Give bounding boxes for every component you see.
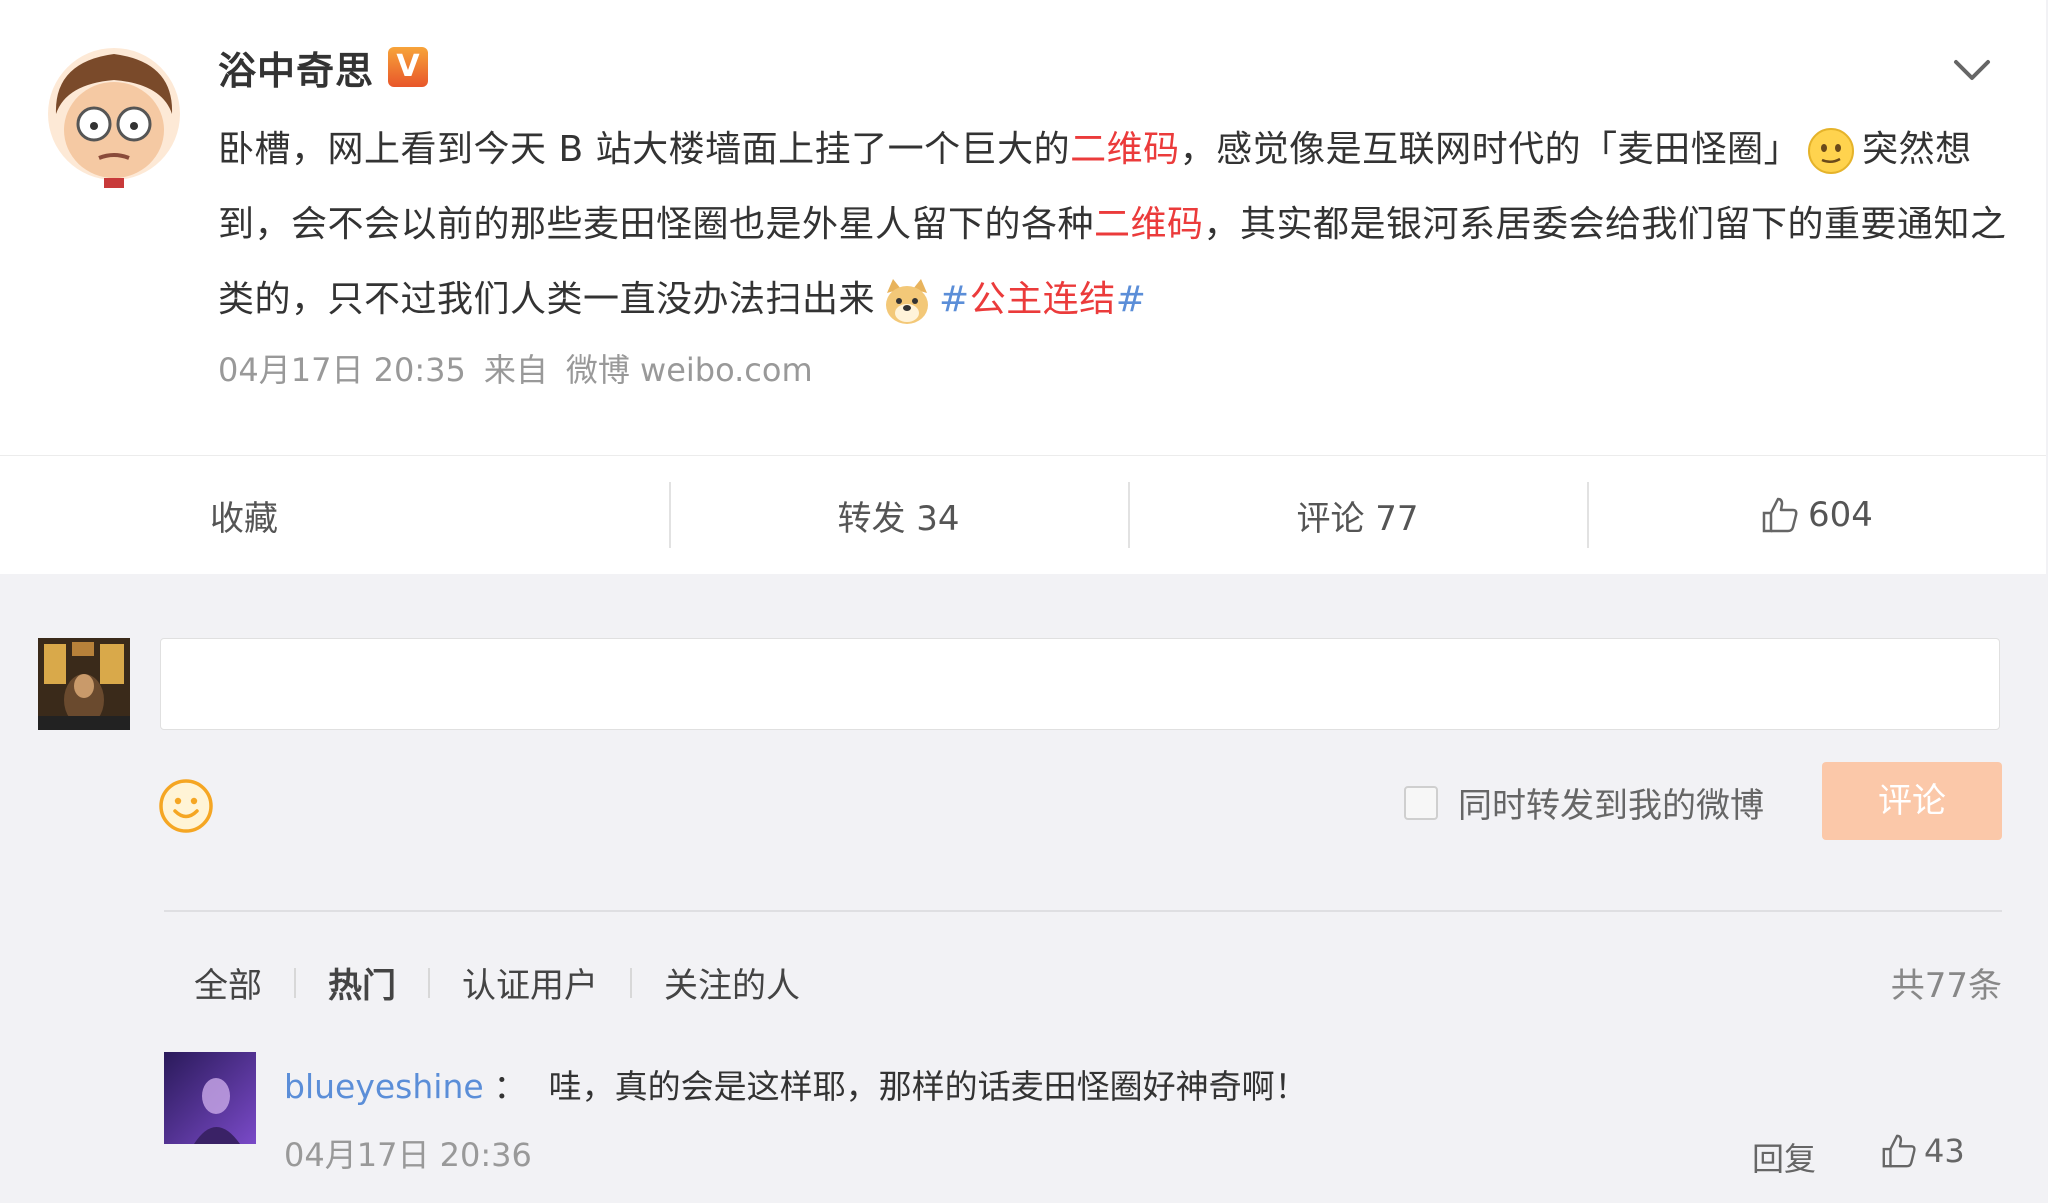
hashtag-text: 公主连结 (969, 279, 1116, 320)
comment-total-count: 共77条 (1890, 966, 2002, 1006)
thumbs-up-icon (1882, 1134, 1916, 1168)
post-text: 卧槽，网上看到今天 B 站大楼墙面上挂了一个巨大的二维码，感觉像是互联网时代的「… (218, 112, 2008, 337)
comment-filter-tabs: 全部 热门 认证用户 关注的人 (194, 958, 800, 1007)
like-button[interactable]: 604 (1587, 456, 2046, 574)
hashtag-mark: # (939, 279, 970, 320)
weibo-post: 浴中奇思 V 卧槽，网上看到今天 B 站大楼墙面上挂了一个巨大的二维码，感觉像是… (0, 0, 2046, 455)
post-time[interactable]: 04月17日 20:35 (218, 351, 466, 389)
tab-separator (630, 967, 632, 998)
post-meta: 04月17日 20:35 来自 微博 weibo.com (218, 345, 831, 391)
comment-like-button[interactable]: 43 (1880, 1132, 1965, 1170)
chevron-down-icon[interactable] (1950, 48, 1994, 92)
like-count: 604 (1808, 495, 1873, 535)
commenter-username[interactable]: blueyeshine (284, 1067, 484, 1106)
comment-colon: ： (493, 1067, 527, 1106)
tab-following[interactable]: 关注的人 (664, 958, 800, 1007)
post-text-part: 卧槽，网上看到今天 B 站大楼墙面上挂了一个巨大的 (218, 129, 1071, 170)
current-user-avatar[interactable] (38, 638, 130, 730)
reply-button[interactable]: 回复 (1752, 1134, 1816, 1180)
post-action-bar: 收藏 转发 34 评论 77 604 (0, 455, 2046, 574)
comment-line: blueyeshine： 哇，真的会是这样耶，那样的话麦田怪圈好神奇啊！ (284, 1060, 1308, 1108)
author-row: 浴中奇思 V (218, 40, 429, 95)
submit-comment-button[interactable]: 评论 (1822, 762, 2002, 840)
tab-verified-users[interactable]: 认证用户 (462, 958, 598, 1007)
favorite-button[interactable]: 收藏 (0, 456, 669, 574)
source-prefix: 来自 (483, 351, 548, 389)
hashtag-mark: # (1115, 279, 1147, 320)
post-source[interactable]: 微博 weibo.com (566, 351, 813, 389)
thumbs-up-icon (1762, 497, 1798, 533)
section-divider (164, 910, 2002, 912)
comment-like-count: 43 (1924, 1132, 1965, 1170)
repost-button[interactable]: 转发 34 (669, 456, 1128, 574)
smiley-icon[interactable] (158, 778, 214, 834)
comment-time: 04月17日 20:36 (284, 1136, 532, 1174)
verified-v-icon: V (388, 47, 429, 87)
author-name[interactable]: 浴中奇思 (218, 40, 374, 95)
tab-separator (294, 967, 296, 998)
tab-hot[interactable]: 热门 (328, 958, 396, 1007)
tab-all[interactable]: 全部 (194, 958, 262, 1007)
author-avatar[interactable] (44, 44, 184, 190)
keyword-link[interactable]: 二维码 (1094, 204, 1204, 245)
comment-text: 哇，真的会是这样耶，那样的话麦田怪圈好神奇啊！ (548, 1067, 1308, 1106)
commenter-avatar[interactable] (164, 1052, 256, 1144)
keyword-link[interactable]: 二维码 (1070, 129, 1180, 170)
repost-checkbox[interactable] (1404, 786, 1438, 820)
comment-button[interactable]: 评论 77 (1128, 456, 1587, 574)
post-text-part: ，感觉像是互联网时代的「麦田怪圈」 (1179, 129, 1801, 170)
repost-checkbox-label[interactable]: 同时转发到我的微博 (1458, 778, 1764, 827)
hashtag-link[interactable]: #公主连结# (939, 279, 1146, 320)
smirk-emoji-icon (1808, 128, 1855, 174)
tab-separator (428, 967, 430, 998)
comment-input[interactable] (160, 638, 2000, 730)
doge-emoji-icon (886, 279, 929, 324)
like-wrap: 604 (1760, 495, 1873, 535)
